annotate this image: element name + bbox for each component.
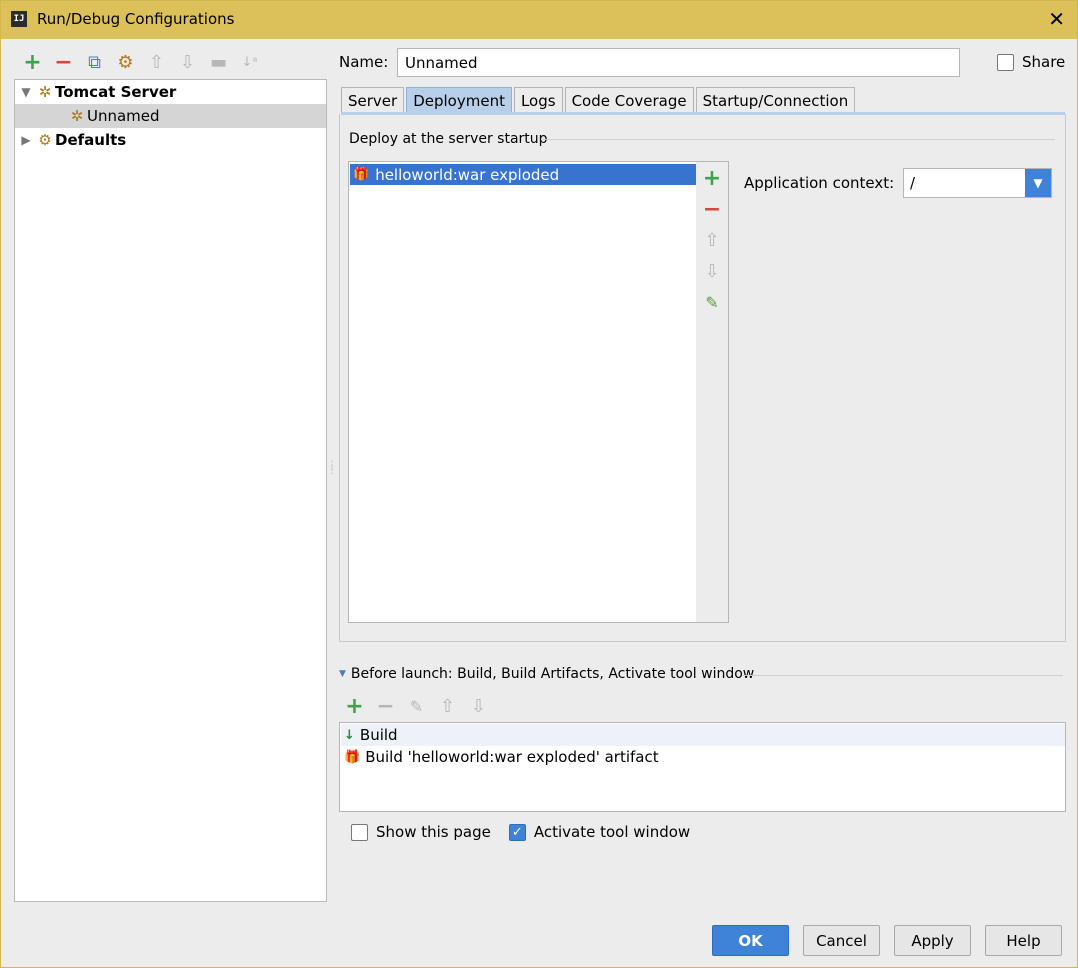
- tree-item-tomcat-server[interactable]: ▼ ✲ Tomcat Server: [15, 80, 326, 104]
- activate-tool-window-checkbox[interactable]: ✓ Activate tool window: [508, 823, 691, 841]
- artifact-icon: 🎁: [353, 167, 370, 182]
- tree-item-label: Defaults: [55, 131, 127, 149]
- defaults-icon: ⚙: [38, 131, 52, 149]
- tomcat-icon: ✲: [38, 83, 52, 101]
- tab-deployment[interactable]: Deployment: [406, 87, 512, 113]
- checkmark-icon[interactable]: ✓: [508, 823, 526, 841]
- chevron-down-icon[interactable]: ▼: [1025, 169, 1051, 197]
- before-launch-list[interactable]: ↓ Build 🎁 Build 'helloworld:war exploded…: [339, 722, 1066, 812]
- tab-logs[interactable]: Logs: [513, 87, 563, 113]
- tab-startup-connection[interactable]: Startup/Connection: [695, 87, 856, 113]
- app-context-combo[interactable]: / ▼: [903, 168, 1052, 198]
- move-up-icon[interactable]: ⇧: [141, 51, 172, 73]
- remove-icon[interactable]: −: [48, 50, 79, 75]
- add-icon[interactable]: +: [696, 164, 728, 192]
- list-item[interactable]: 🎁 helloworld:war exploded: [350, 164, 696, 185]
- list-item-label: helloworld:war exploded: [375, 165, 560, 184]
- tab-code-coverage[interactable]: Code Coverage: [564, 87, 694, 113]
- add-icon[interactable]: +: [339, 694, 370, 719]
- remove-icon[interactable]: −: [370, 694, 401, 719]
- ok-button[interactable]: OK: [712, 925, 789, 956]
- share-label: Share: [1022, 53, 1066, 71]
- remove-icon[interactable]: −: [696, 195, 728, 223]
- move-up-icon[interactable]: ⇧: [432, 695, 463, 717]
- edit-icon[interactable]: ✎: [401, 695, 432, 717]
- list-item[interactable]: 🎁 Build 'helloworld:war exploded' artifa…: [341, 746, 1065, 768]
- list-item-label: Build 'helloworld:war exploded' artifact: [365, 748, 659, 766]
- list-item-label: Build: [359, 726, 398, 744]
- show-this-page-box[interactable]: [351, 823, 368, 841]
- move-up-icon[interactable]: ⇧: [696, 226, 728, 254]
- tree-item-unnamed[interactable]: ✲ Unnamed: [15, 104, 326, 128]
- before-launch-title: Before launch: Build, Build Artifacts, A…: [350, 666, 755, 682]
- run-debug-dialog: IJ Run/Debug Configurations ✕ + − ⧉ ⚙ ⇧ …: [0, 0, 1078, 968]
- help-button[interactable]: Help: [985, 925, 1062, 956]
- name-label: Name:: [339, 53, 389, 71]
- deployment-toolbar: + − ⇧ ⇩ ✎: [696, 161, 729, 623]
- before-launch-header[interactable]: ▼ Before launch: Build, Build Artifacts,…: [339, 666, 754, 682]
- show-this-page-label: Show this page: [376, 823, 491, 841]
- cancel-button[interactable]: Cancel: [803, 925, 880, 956]
- config-tabs: Server Deployment Logs Code Coverage Sta…: [341, 87, 857, 113]
- close-icon[interactable]: ✕: [1048, 7, 1065, 31]
- section-divider: [743, 675, 1063, 676]
- launch-options: Show this page ✓ Activate tool window: [351, 823, 690, 841]
- app-context-value[interactable]: /: [910, 174, 915, 192]
- apply-button[interactable]: Apply: [894, 925, 971, 956]
- splitter-handle[interactable]: ⋮ ⋮: [327, 461, 337, 483]
- share-checkbox[interactable]: Share: [997, 53, 1065, 71]
- expand-arrow-icon[interactable]: ▼: [17, 85, 35, 99]
- tree-item-defaults[interactable]: ▶ ⚙ Defaults: [15, 128, 326, 152]
- move-down-icon[interactable]: ⇩: [172, 51, 203, 73]
- section-divider: [541, 139, 1055, 140]
- config-toolbar: + − ⧉ ⚙ ⇧ ⇩ ▬ ↓ᵃ: [17, 50, 265, 75]
- add-icon[interactable]: +: [17, 50, 48, 75]
- title-bar[interactable]: IJ Run/Debug Configurations ✕: [1, 1, 1077, 39]
- tree-item-label: Tomcat Server: [55, 83, 177, 101]
- tab-server[interactable]: Server: [341, 87, 405, 113]
- app-context-label: Application context:: [744, 174, 895, 192]
- show-this-page-checkbox[interactable]: Show this page: [351, 823, 491, 841]
- move-down-icon[interactable]: ⇩: [463, 695, 494, 717]
- artifact-icon: 🎁: [344, 749, 361, 765]
- deployment-list[interactable]: 🎁 helloworld:war exploded: [348, 161, 697, 623]
- build-icon: ↓: [344, 727, 355, 743]
- activate-tool-window-label: Activate tool window: [533, 823, 691, 841]
- tomcat-icon: ✲: [70, 107, 84, 125]
- config-tree[interactable]: ▼ ✲ Tomcat Server ✲ Unnamed ▶ ⚙ Defaults: [14, 79, 327, 902]
- deploy-section-title: Deploy at the server startup: [349, 131, 548, 147]
- edit-icon[interactable]: ✎: [696, 288, 728, 316]
- name-input[interactable]: [397, 48, 960, 77]
- list-item[interactable]: ↓ Build: [341, 724, 1065, 746]
- share-checkbox-box[interactable]: [997, 53, 1014, 71]
- copy-icon[interactable]: ⧉: [79, 51, 110, 73]
- sort-icon[interactable]: ↓ᵃ: [234, 51, 265, 73]
- collapse-arrow-icon[interactable]: ▶: [17, 133, 35, 147]
- window-title: Run/Debug Configurations: [37, 10, 235, 28]
- edit-defaults-icon[interactable]: ⚙: [110, 51, 141, 73]
- folder-icon[interactable]: ▬: [203, 51, 234, 73]
- before-launch-toolbar: + − ✎ ⇧ ⇩: [339, 694, 494, 719]
- collapse-triangle-icon[interactable]: ▼: [339, 669, 346, 679]
- intellij-icon: IJ: [11, 11, 27, 27]
- move-down-icon[interactable]: ⇩: [696, 257, 728, 285]
- tree-item-label: Unnamed: [87, 107, 160, 125]
